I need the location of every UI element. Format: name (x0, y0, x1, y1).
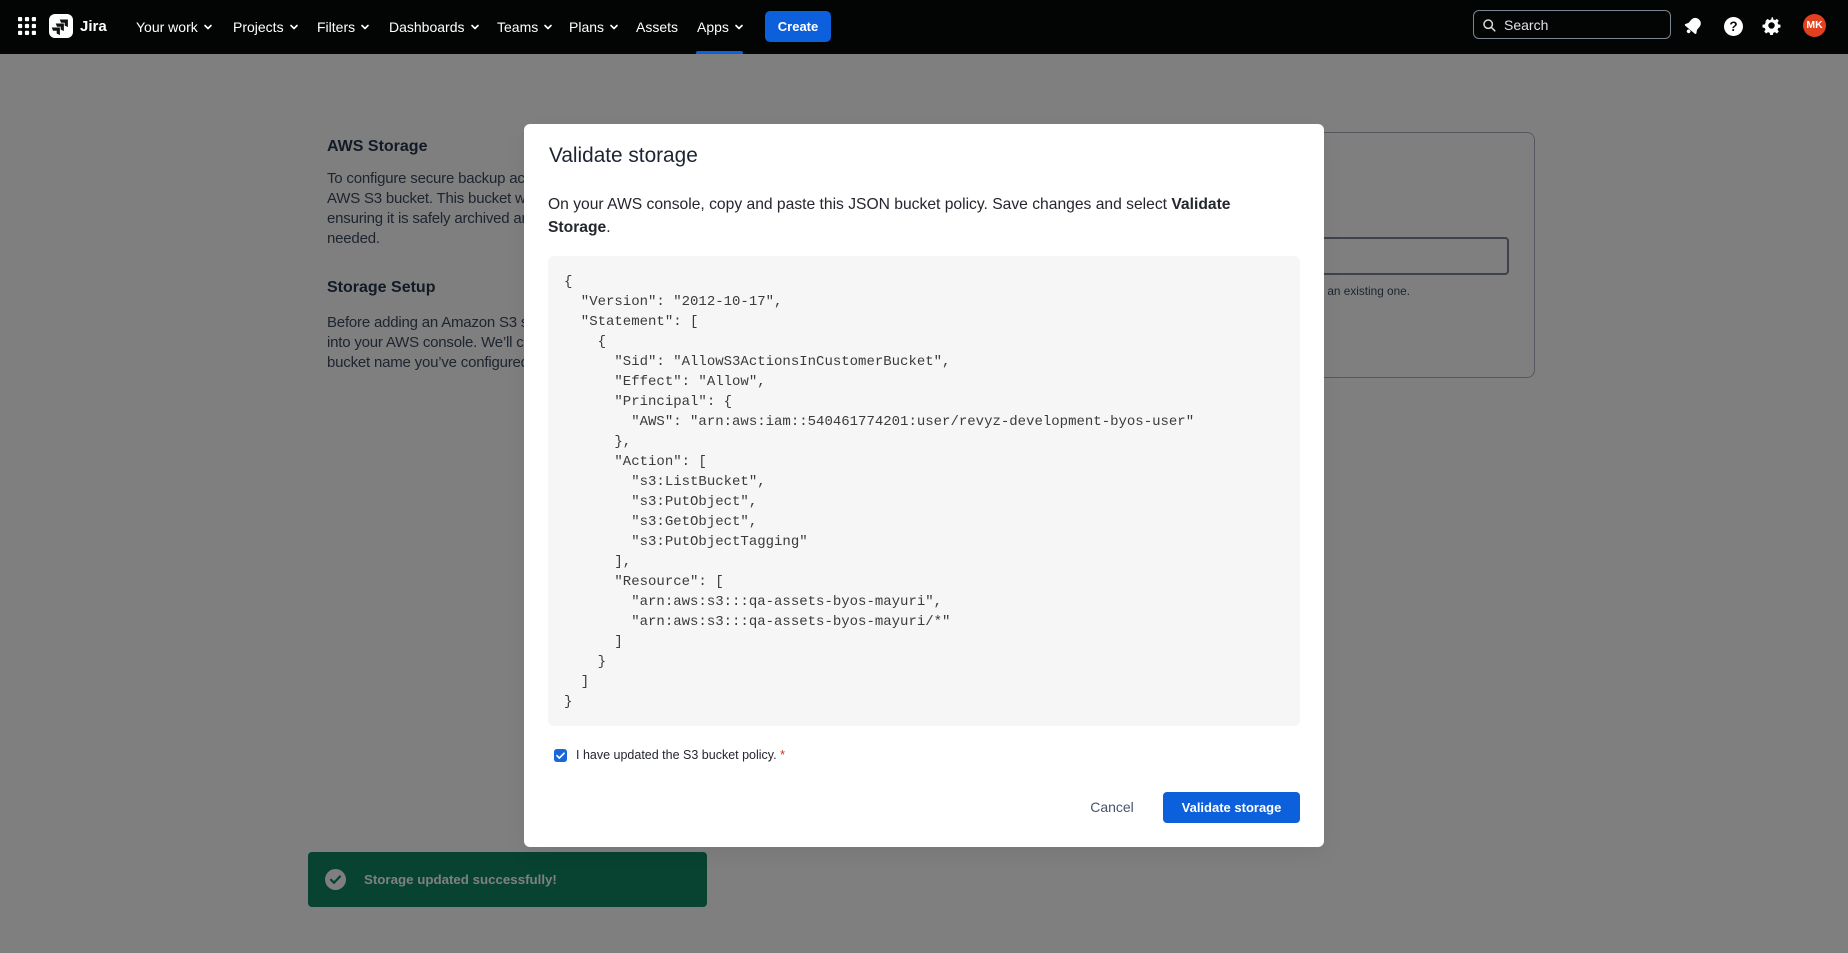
svg-text:?: ? (1729, 19, 1737, 34)
